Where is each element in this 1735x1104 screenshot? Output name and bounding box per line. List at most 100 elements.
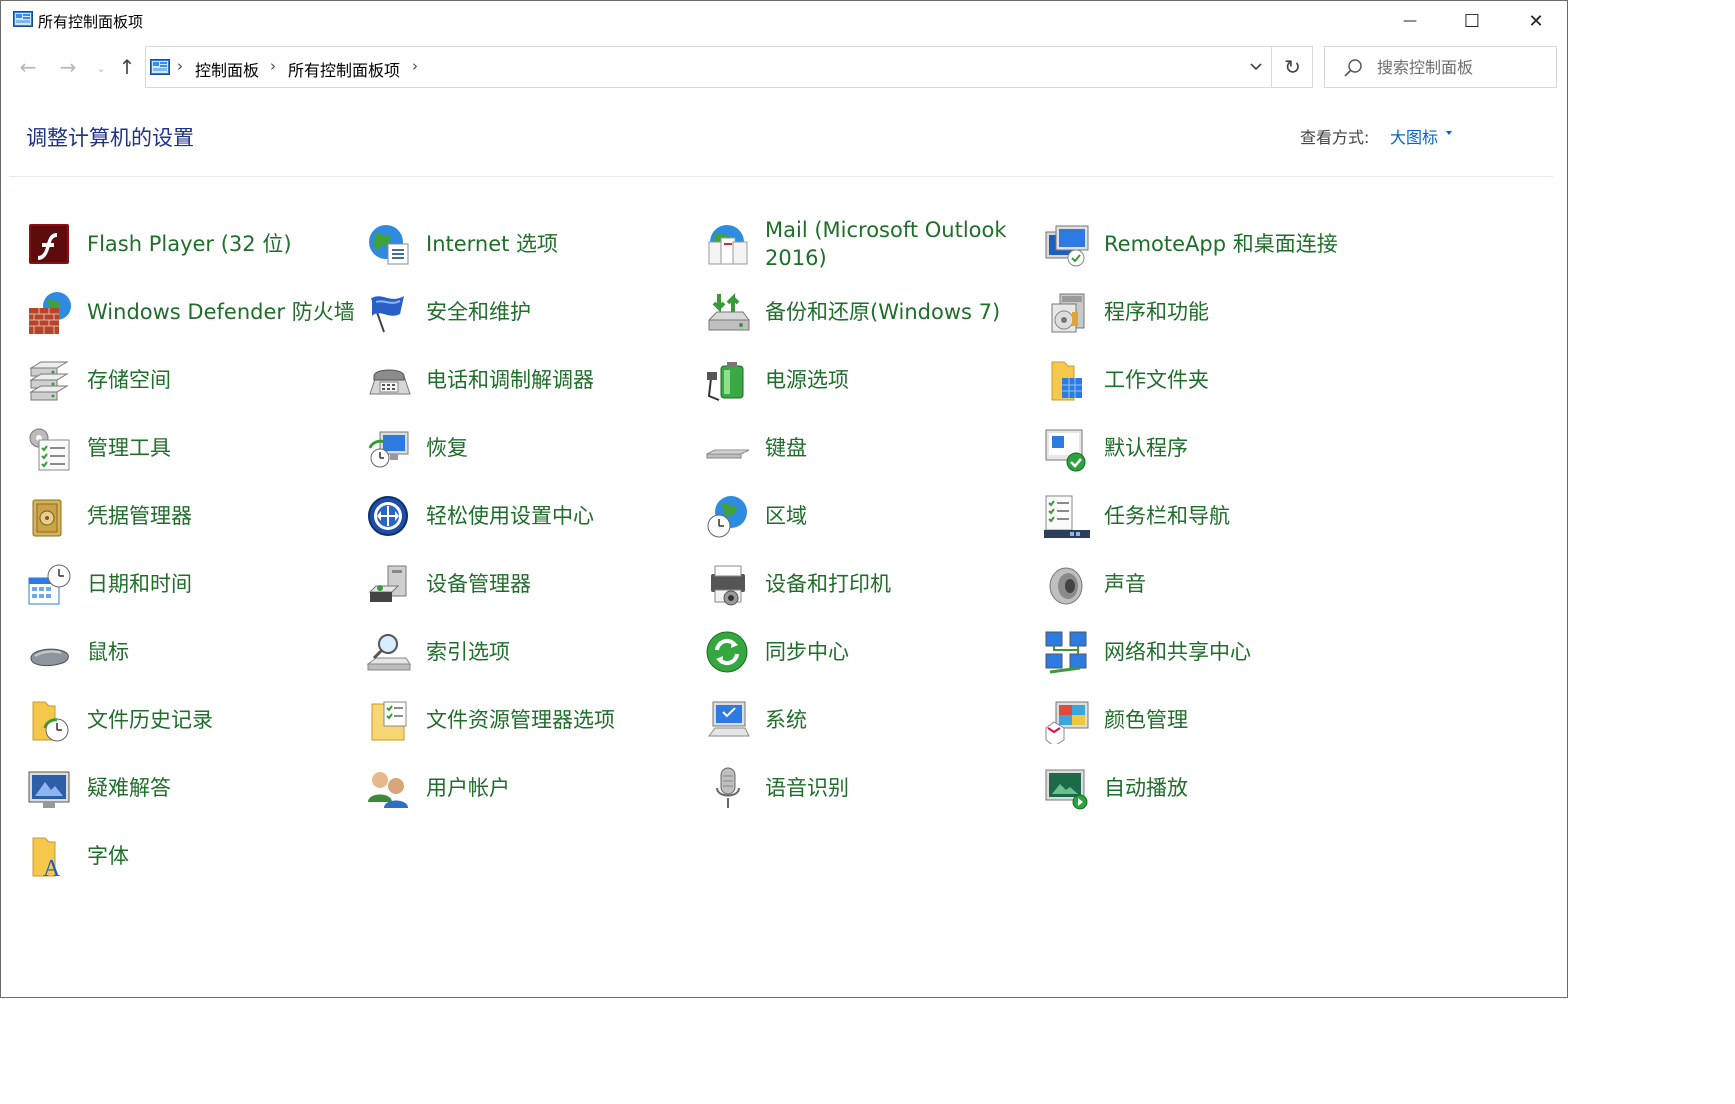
item-label[interactable]: 备份和还原(Windows 7) (765, 282, 1035, 342)
view-by-dropdown[interactable]: 大图标 (1390, 124, 1438, 148)
item-label[interactable]: 用户帐户 (426, 758, 696, 818)
item-programs-features[interactable]: 程序和功能 (1044, 282, 1374, 342)
item-label[interactable]: 默认程序 (1104, 418, 1374, 478)
forward-button[interactable]: → (56, 54, 80, 80)
item-date-time[interactable]: 日期和时间 (27, 554, 357, 614)
item-label[interactable]: 电话和调制解调器 (426, 350, 696, 410)
item-label[interactable]: 区域 (765, 486, 1035, 546)
item-devices-printers[interactable]: 设备和打印机 (705, 554, 1035, 614)
item-user-accounts[interactable]: 用户帐户 (366, 758, 696, 818)
item-fonts[interactable]: A 字体 (27, 826, 357, 886)
item-label[interactable]: 存储空间 (87, 350, 357, 410)
explorer-options-icon (371, 701, 407, 741)
item-label[interactable]: RemoteApp 和桌面连接 (1104, 214, 1374, 274)
search-box[interactable] (1324, 46, 1557, 88)
item-label[interactable]: 任务栏和导航 (1104, 486, 1374, 546)
item-label[interactable]: Flash Player (32 位) (87, 214, 357, 274)
item-label[interactable]: 鼠标 (87, 622, 357, 682)
item-label[interactable]: 语音识别 (765, 758, 1035, 818)
item-label[interactable]: 同步中心 (765, 622, 1035, 682)
item-file-history[interactable]: 文件历史记录 (27, 690, 357, 750)
refresh-button[interactable]: ↻ (1271, 47, 1313, 87)
item-label[interactable]: 疑难解答 (87, 758, 357, 818)
item-autoplay[interactable]: 自动播放 (1044, 758, 1374, 818)
system-icon (708, 701, 750, 737)
item-taskbar-navigation[interactable]: 任务栏和导航 (1044, 486, 1374, 546)
address-history-dropdown[interactable] (1242, 47, 1270, 87)
address-bar[interactable]: › 控制面板 › 所有控制面板项 › ↻ (145, 46, 1313, 88)
item-recovery[interactable]: 恢复 (366, 418, 696, 478)
item-security-maintenance[interactable]: 安全和维护 (366, 282, 696, 342)
item-label[interactable]: 设备和打印机 (765, 554, 1035, 614)
item-label[interactable]: Mail (Microsoft Outlook 2016) (765, 214, 1035, 274)
item-indexing-options[interactable]: 索引选项 (366, 622, 696, 682)
item-label[interactable]: 恢复 (426, 418, 696, 478)
troubleshooting-icon (28, 771, 70, 808)
item-explorer-options[interactable]: 文件资源管理器选项 (366, 690, 696, 750)
item-work-folders[interactable]: 工作文件夹 (1044, 350, 1374, 410)
item-label[interactable]: 日期和时间 (87, 554, 357, 614)
item-backup-restore[interactable]: 备份和还原(Windows 7) (705, 282, 1035, 342)
item-remoteapp[interactable]: RemoteApp 和桌面连接 (1044, 214, 1374, 274)
close-button[interactable]: ✕ (1505, 1, 1567, 41)
maximize-button[interactable]: ☐ (1441, 1, 1503, 41)
breadcrumb-chevron-icon[interactable]: › (177, 57, 183, 75)
item-color-management[interactable]: 颜色管理 (1044, 690, 1374, 750)
item-sound[interactable]: 声音 (1044, 554, 1374, 614)
item-ease-of-access[interactable]: 轻松使用设置中心 (366, 486, 696, 546)
backup-icon (708, 293, 750, 331)
item-storage-spaces[interactable]: 存储空间 (27, 350, 357, 410)
up-button[interactable]: ↑ (115, 54, 139, 80)
item-label[interactable]: 程序和功能 (1104, 282, 1374, 342)
item-mouse[interactable]: 鼠标 (27, 622, 357, 682)
item-label[interactable]: 凭据管理器 (87, 486, 357, 546)
item-label[interactable]: 电源选项 (765, 350, 1035, 410)
item-flash-player[interactable]: Flash Player (32 位) (27, 214, 357, 274)
item-label[interactable]: Windows Defender 防火墙 (87, 282, 357, 342)
item-device-manager[interactable]: 设备管理器 (366, 554, 696, 614)
breadcrumb-control-panel[interactable]: 控制面板 (195, 57, 259, 81)
item-label[interactable]: 工作文件夹 (1104, 350, 1374, 410)
item-label[interactable]: 颜色管理 (1104, 690, 1374, 750)
item-internet-options[interactable]: Internet 选项 (366, 214, 696, 274)
item-admin-tools[interactable]: 管理工具 (27, 418, 357, 478)
item-network-sharing[interactable]: 网络和共享中心 (1044, 622, 1374, 682)
item-keyboard[interactable]: 键盘 (705, 418, 1035, 478)
item-label[interactable]: 轻松使用设置中心 (426, 486, 696, 546)
item-mail[interactable]: Mail (Microsoft Outlook 2016) (705, 214, 1035, 274)
breadcrumb-chevron-icon[interactable]: › (270, 57, 276, 75)
security-flag-icon (371, 296, 404, 333)
item-label[interactable]: 安全和维护 (426, 282, 696, 342)
item-label[interactable]: 网络和共享中心 (1104, 622, 1374, 682)
item-region[interactable]: 区域 (705, 486, 1035, 546)
item-label[interactable]: 声音 (1104, 554, 1374, 614)
breadcrumb-all-items[interactable]: 所有控制面板项 (288, 57, 400, 81)
minimize-button[interactable]: — (1379, 1, 1441, 41)
item-label[interactable]: 文件资源管理器选项 (426, 690, 696, 750)
item-label[interactable]: 字体 (87, 826, 357, 886)
item-label[interactable]: 管理工具 (87, 418, 357, 478)
item-power-options[interactable]: 电源选项 (705, 350, 1035, 410)
item-firewall[interactable]: Windows Defender 防火墙 (27, 282, 357, 342)
item-default-programs[interactable]: 默认程序 (1044, 418, 1374, 478)
breadcrumb-chevron-icon[interactable]: › (412, 57, 418, 75)
firewall-icon (29, 292, 71, 334)
item-label[interactable]: 文件历史记录 (87, 690, 357, 750)
item-troubleshooting[interactable]: 疑难解答 (27, 758, 357, 818)
item-sync-center[interactable]: 同步中心 (705, 622, 1035, 682)
item-credential-manager[interactable]: 凭据管理器 (27, 486, 357, 546)
recent-locations-button[interactable]: ⌄ (89, 56, 113, 82)
item-label[interactable]: 自动播放 (1104, 758, 1374, 818)
item-label[interactable]: 键盘 (765, 418, 1035, 478)
item-label[interactable]: 系统 (765, 690, 1035, 750)
item-phone-modem[interactable]: 电话和调制解调器 (366, 350, 696, 410)
search-input[interactable] (1377, 56, 1547, 78)
item-system[interactable]: 系统 (705, 690, 1035, 750)
item-speech-recognition[interactable]: 语音识别 (705, 758, 1035, 818)
title-bar[interactable]: 所有控制面板项 — ☐ ✕ (1, 1, 1567, 41)
dropdown-caret-icon[interactable] (1446, 131, 1452, 135)
back-button[interactable]: ← (16, 54, 40, 80)
item-label[interactable]: 索引选项 (426, 622, 696, 682)
item-label[interactable]: 设备管理器 (426, 554, 696, 614)
item-label[interactable]: Internet 选项 (426, 214, 696, 274)
